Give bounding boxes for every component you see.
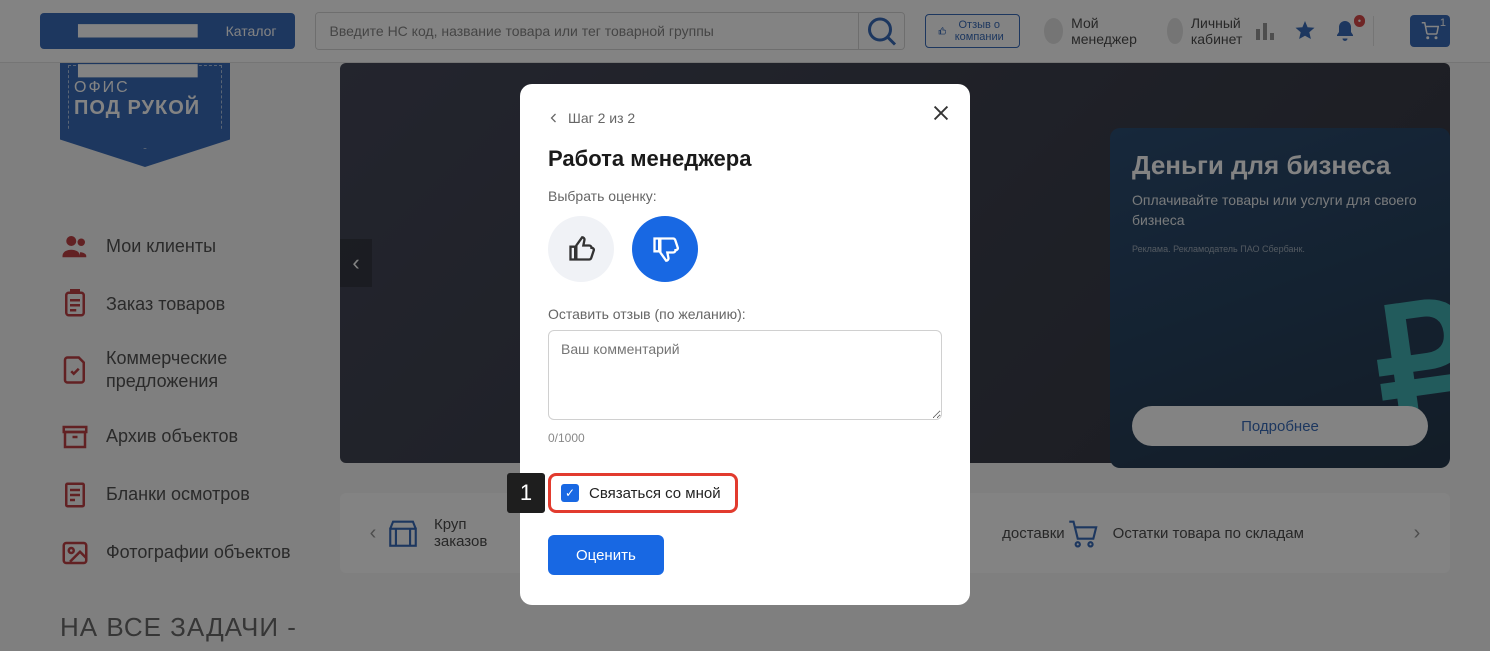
review-textarea[interactable]	[548, 330, 942, 420]
annotation-marker: 1	[507, 473, 545, 513]
char-counter: 0/1000	[548, 431, 942, 445]
rate-label: Выбрать оценку:	[548, 188, 942, 204]
thumbs-down-icon	[651, 235, 679, 263]
contact-me-checkbox[interactable]: ✓	[561, 484, 579, 502]
close-icon	[930, 102, 952, 124]
thumbs-up-icon	[567, 235, 595, 263]
check-icon: ✓	[565, 486, 575, 500]
rate-row	[548, 216, 942, 282]
thumbs-down-button[interactable]	[632, 216, 698, 282]
review-label: Оставить отзыв (по желанию):	[548, 306, 942, 322]
step-back-button[interactable]: Шаг 2 из 2	[548, 110, 942, 126]
step-label: Шаг 2 из 2	[568, 110, 635, 126]
contact-me-label: Связаться со мной	[589, 485, 721, 502]
contact-me-highlight: 1 ✓ Связаться со мной	[548, 473, 738, 513]
modal-overlay: Шаг 2 из 2 Работа менеджера Выбрать оцен…	[0, 0, 1490, 651]
chevron-left-icon	[548, 112, 560, 124]
submit-rating-button[interactable]: Оценить	[548, 535, 664, 575]
thumbs-up-button[interactable]	[548, 216, 614, 282]
modal-title: Работа менеджера	[548, 146, 942, 172]
rating-modal: Шаг 2 из 2 Работа менеджера Выбрать оцен…	[520, 84, 970, 605]
close-button[interactable]	[930, 102, 952, 124]
